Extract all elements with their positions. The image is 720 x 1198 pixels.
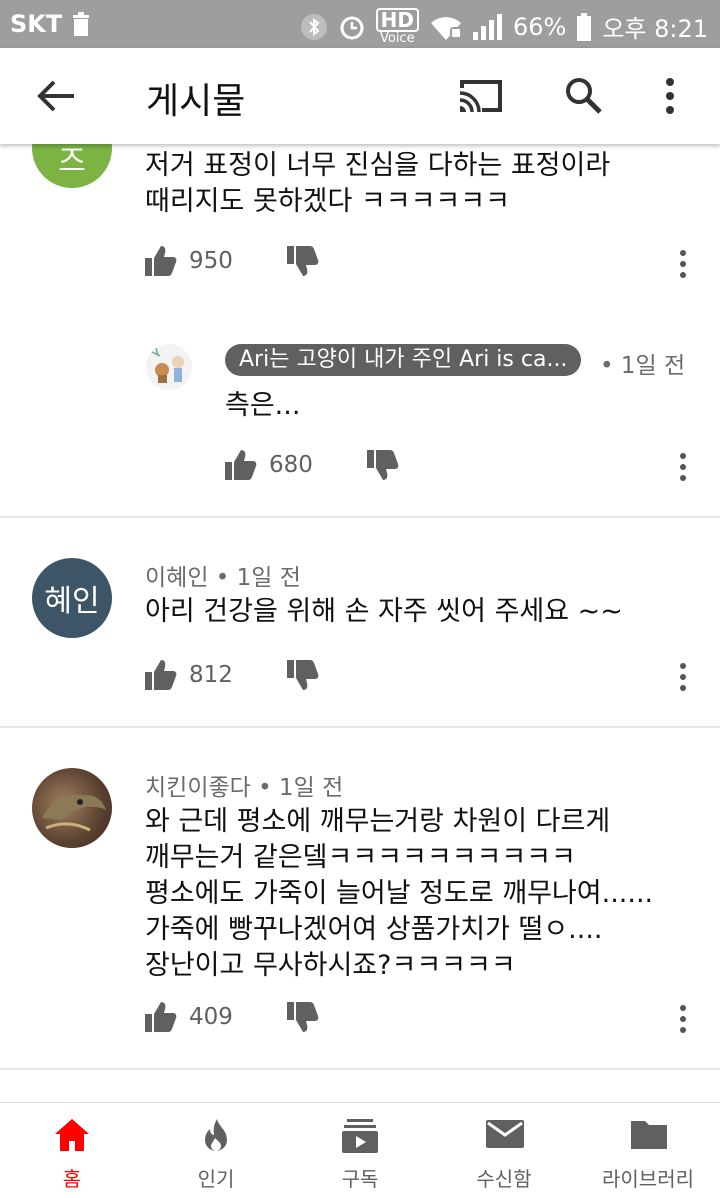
comment-text: 저거 표정이 너무 진심을 다하는 표정이라 때리지도 못하겠다 ㅋㅋㅋㅋㅋㅋ	[145, 150, 611, 217]
alarm-icon	[340, 16, 364, 39]
more-options-icon[interactable]	[664, 76, 676, 116]
like-count: 950	[189, 248, 233, 274]
nav-item-subscriptions[interactable]: 구독	[288, 1103, 432, 1198]
like-count: 680	[269, 452, 313, 478]
thumbs-up-icon[interactable]	[225, 450, 257, 480]
back-arrow-icon[interactable]	[36, 78, 76, 114]
mail-icon	[486, 1120, 524, 1148]
avatar	[146, 344, 192, 390]
comment-time: • 1일 전	[258, 775, 344, 801]
wifi-icon	[430, 16, 462, 40]
divider	[0, 1068, 720, 1070]
divider	[0, 726, 720, 728]
search-icon[interactable]	[564, 76, 604, 116]
comment-menu-icon[interactable]	[678, 249, 688, 279]
nav-item-library[interactable]: 라이브러리	[576, 1103, 720, 1198]
page-title: 게시물	[146, 81, 246, 122]
comment-actions: 409	[145, 1002, 319, 1032]
thumbs-down-icon[interactable]	[286, 1002, 319, 1032]
comment-actions: 950	[145, 246, 319, 276]
folder-icon	[631, 1121, 667, 1149]
nav-item-inbox[interactable]: 수신함	[432, 1103, 576, 1198]
author-name[interactable]: 이혜인	[145, 565, 208, 591]
thumbs-up-icon[interactable]	[145, 246, 177, 276]
nav-label: 홈	[62, 1167, 82, 1191]
comment-menu-icon[interactable]	[678, 1004, 688, 1034]
thumbs-down-icon[interactable]	[366, 450, 399, 480]
nav-label: 수신함	[476, 1167, 532, 1191]
battery-icon	[577, 12, 592, 41]
hd-voice-badge: HD Voice	[375, 8, 419, 45]
author-chip[interactable]: Ari는 고양이 내가 주인 Ari is ca...	[225, 344, 582, 376]
nav-label: 라이브러리	[602, 1167, 694, 1191]
like-count: 812	[189, 662, 233, 688]
status-bar: SKT HD Voice 66% 오후 8:21	[0, 0, 720, 48]
trash-icon	[73, 12, 90, 36]
signal-icon	[472, 13, 502, 40]
divider	[0, 516, 720, 518]
app-bar: 게시물	[0, 48, 720, 144]
avatar: 혜인	[32, 558, 112, 638]
thumbs-up-icon[interactable]	[145, 1002, 177, 1032]
nav-label: 인기	[197, 1167, 235, 1191]
thumbs-up-icon[interactable]	[145, 660, 177, 690]
nav-item-home[interactable]: 홈	[0, 1103, 144, 1198]
comment-time: • 1일 전	[215, 565, 301, 591]
comment-actions: 812	[145, 660, 319, 690]
comment-text: 아리 건강을 위해 손 자주 씻어 주세요 ~~	[145, 596, 623, 627]
cast-icon[interactable]	[456, 78, 504, 114]
nav-item-trending[interactable]: 인기	[144, 1103, 288, 1198]
clock: 오후 8:21	[602, 15, 708, 43]
subscriptions-icon	[342, 1119, 378, 1153]
comment-list: 즈 저거 표정이 너무 진심을 다하는 표정이라 때리지도 못하겠다 ㅋㅋㅋㅋㅋ…	[0, 144, 720, 1102]
battery-percent: 66%	[512, 12, 567, 41]
comment-text: 측은...	[225, 390, 301, 421]
comment-text: 와 근데 평소에 깨무는거랑 차원이 다르게 깨무는거 같은뎈ㅋㅋㅋㅋㅋㅋㅋㅋㅋ…	[145, 806, 654, 981]
eel-photo-avatar-image	[42, 794, 106, 832]
comment-actions: 680	[225, 450, 399, 480]
thumbs-down-icon[interactable]	[286, 660, 319, 690]
bottom-navigation: 홈 인기 구독 수신함 라이브러리	[0, 1102, 720, 1198]
comment-menu-icon[interactable]	[678, 452, 688, 482]
bluetooth-icon	[300, 13, 327, 40]
home-icon	[55, 1119, 89, 1151]
comment-meta: 치킨이좋다 • 1일 전	[145, 768, 343, 802]
comment-time: • 1일 전	[600, 353, 686, 379]
author-name[interactable]: 치킨이좋다	[145, 775, 251, 801]
comment-menu-icon[interactable]	[678, 662, 688, 692]
comment-meta: 이혜인 • 1일 전	[145, 558, 301, 592]
thumbs-down-icon[interactable]	[286, 246, 319, 276]
nav-label: 구독	[341, 1167, 379, 1191]
fire-icon	[205, 1119, 227, 1151]
carrier-label: SKT	[10, 10, 63, 38]
like-count: 409	[189, 1004, 233, 1030]
avatar: 즈	[32, 144, 112, 188]
avatar	[32, 768, 112, 848]
cartoon-cat-avatar-image	[151, 347, 184, 383]
